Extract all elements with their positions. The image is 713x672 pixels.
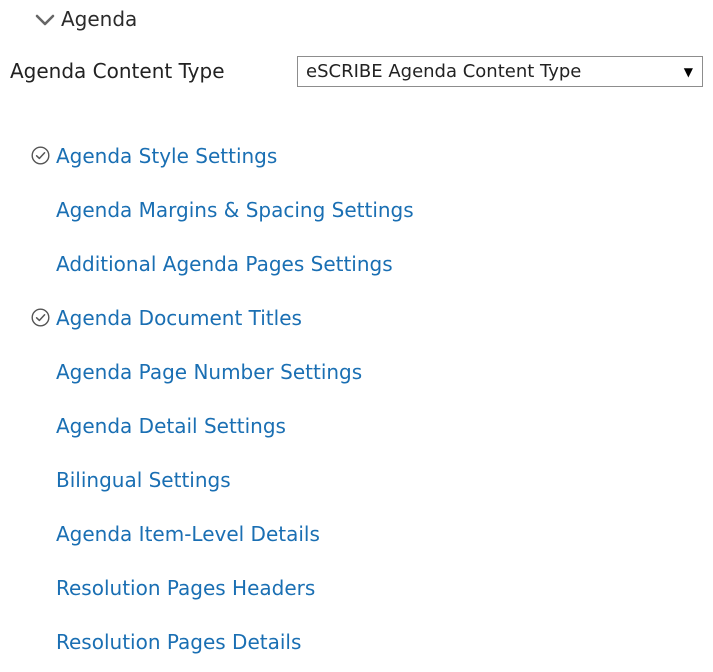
agenda-section-toggle[interactable]: Agenda — [35, 5, 137, 33]
check-circle-icon — [31, 362, 50, 381]
content-type-selected-value: eSCRIBE Agenda Content Type — [306, 61, 582, 82]
check-circle-icon — [31, 524, 50, 543]
check-circle-icon — [31, 254, 50, 273]
dropdown-arrow-icon: ▼ — [683, 64, 693, 79]
settings-link-item: Agenda Document Titles — [0, 294, 713, 348]
settings-link-item: Agenda Page Number Settings — [0, 348, 713, 402]
resolution-pages-headers-link[interactable]: Resolution Pages Headers — [56, 576, 315, 600]
agenda-margins-spacing-settings-link[interactable]: Agenda Margins & Spacing Settings — [56, 198, 414, 222]
resolution-pages-details-link[interactable]: Resolution Pages Details — [56, 630, 301, 654]
settings-link-item: Bilingual Settings — [0, 456, 713, 510]
check-circle-icon — [31, 200, 50, 219]
chevron-down-icon — [35, 12, 55, 26]
check-circle-icon — [31, 146, 50, 165]
agenda-document-titles-link[interactable]: Agenda Document Titles — [56, 306, 302, 330]
agenda-page-number-settings-link[interactable]: Agenda Page Number Settings — [56, 360, 362, 384]
agenda-item-level-details-link[interactable]: Agenda Item-Level Details — [56, 522, 320, 546]
settings-link-item: Resolution Pages Headers — [0, 564, 713, 618]
check-circle-icon — [31, 578, 50, 597]
additional-agenda-pages-settings-link[interactable]: Additional Agenda Pages Settings — [56, 252, 393, 276]
check-circle-icon — [31, 308, 50, 327]
section-title: Agenda — [61, 7, 138, 31]
content-type-label: Agenda Content Type — [10, 59, 225, 83]
settings-link-item: Agenda Detail Settings — [0, 402, 713, 456]
agenda-detail-settings-link[interactable]: Agenda Detail Settings — [56, 414, 286, 438]
check-circle-icon — [31, 416, 50, 435]
settings-link-item: Agenda Margins & Spacing Settings — [0, 186, 713, 240]
settings-link-item: Agenda Item-Level Details — [0, 510, 713, 564]
check-circle-icon — [31, 470, 50, 489]
agenda-style-settings-link[interactable]: Agenda Style Settings — [56, 144, 277, 168]
content-type-select[interactable]: eSCRIBE Agenda Content Type ▼ — [297, 56, 703, 87]
bilingual-settings-link[interactable]: Bilingual Settings — [56, 468, 231, 492]
settings-link-item: Agenda Style Settings — [0, 132, 713, 186]
settings-link-item: Additional Agenda Pages Settings — [0, 240, 713, 294]
check-circle-icon — [31, 632, 50, 651]
